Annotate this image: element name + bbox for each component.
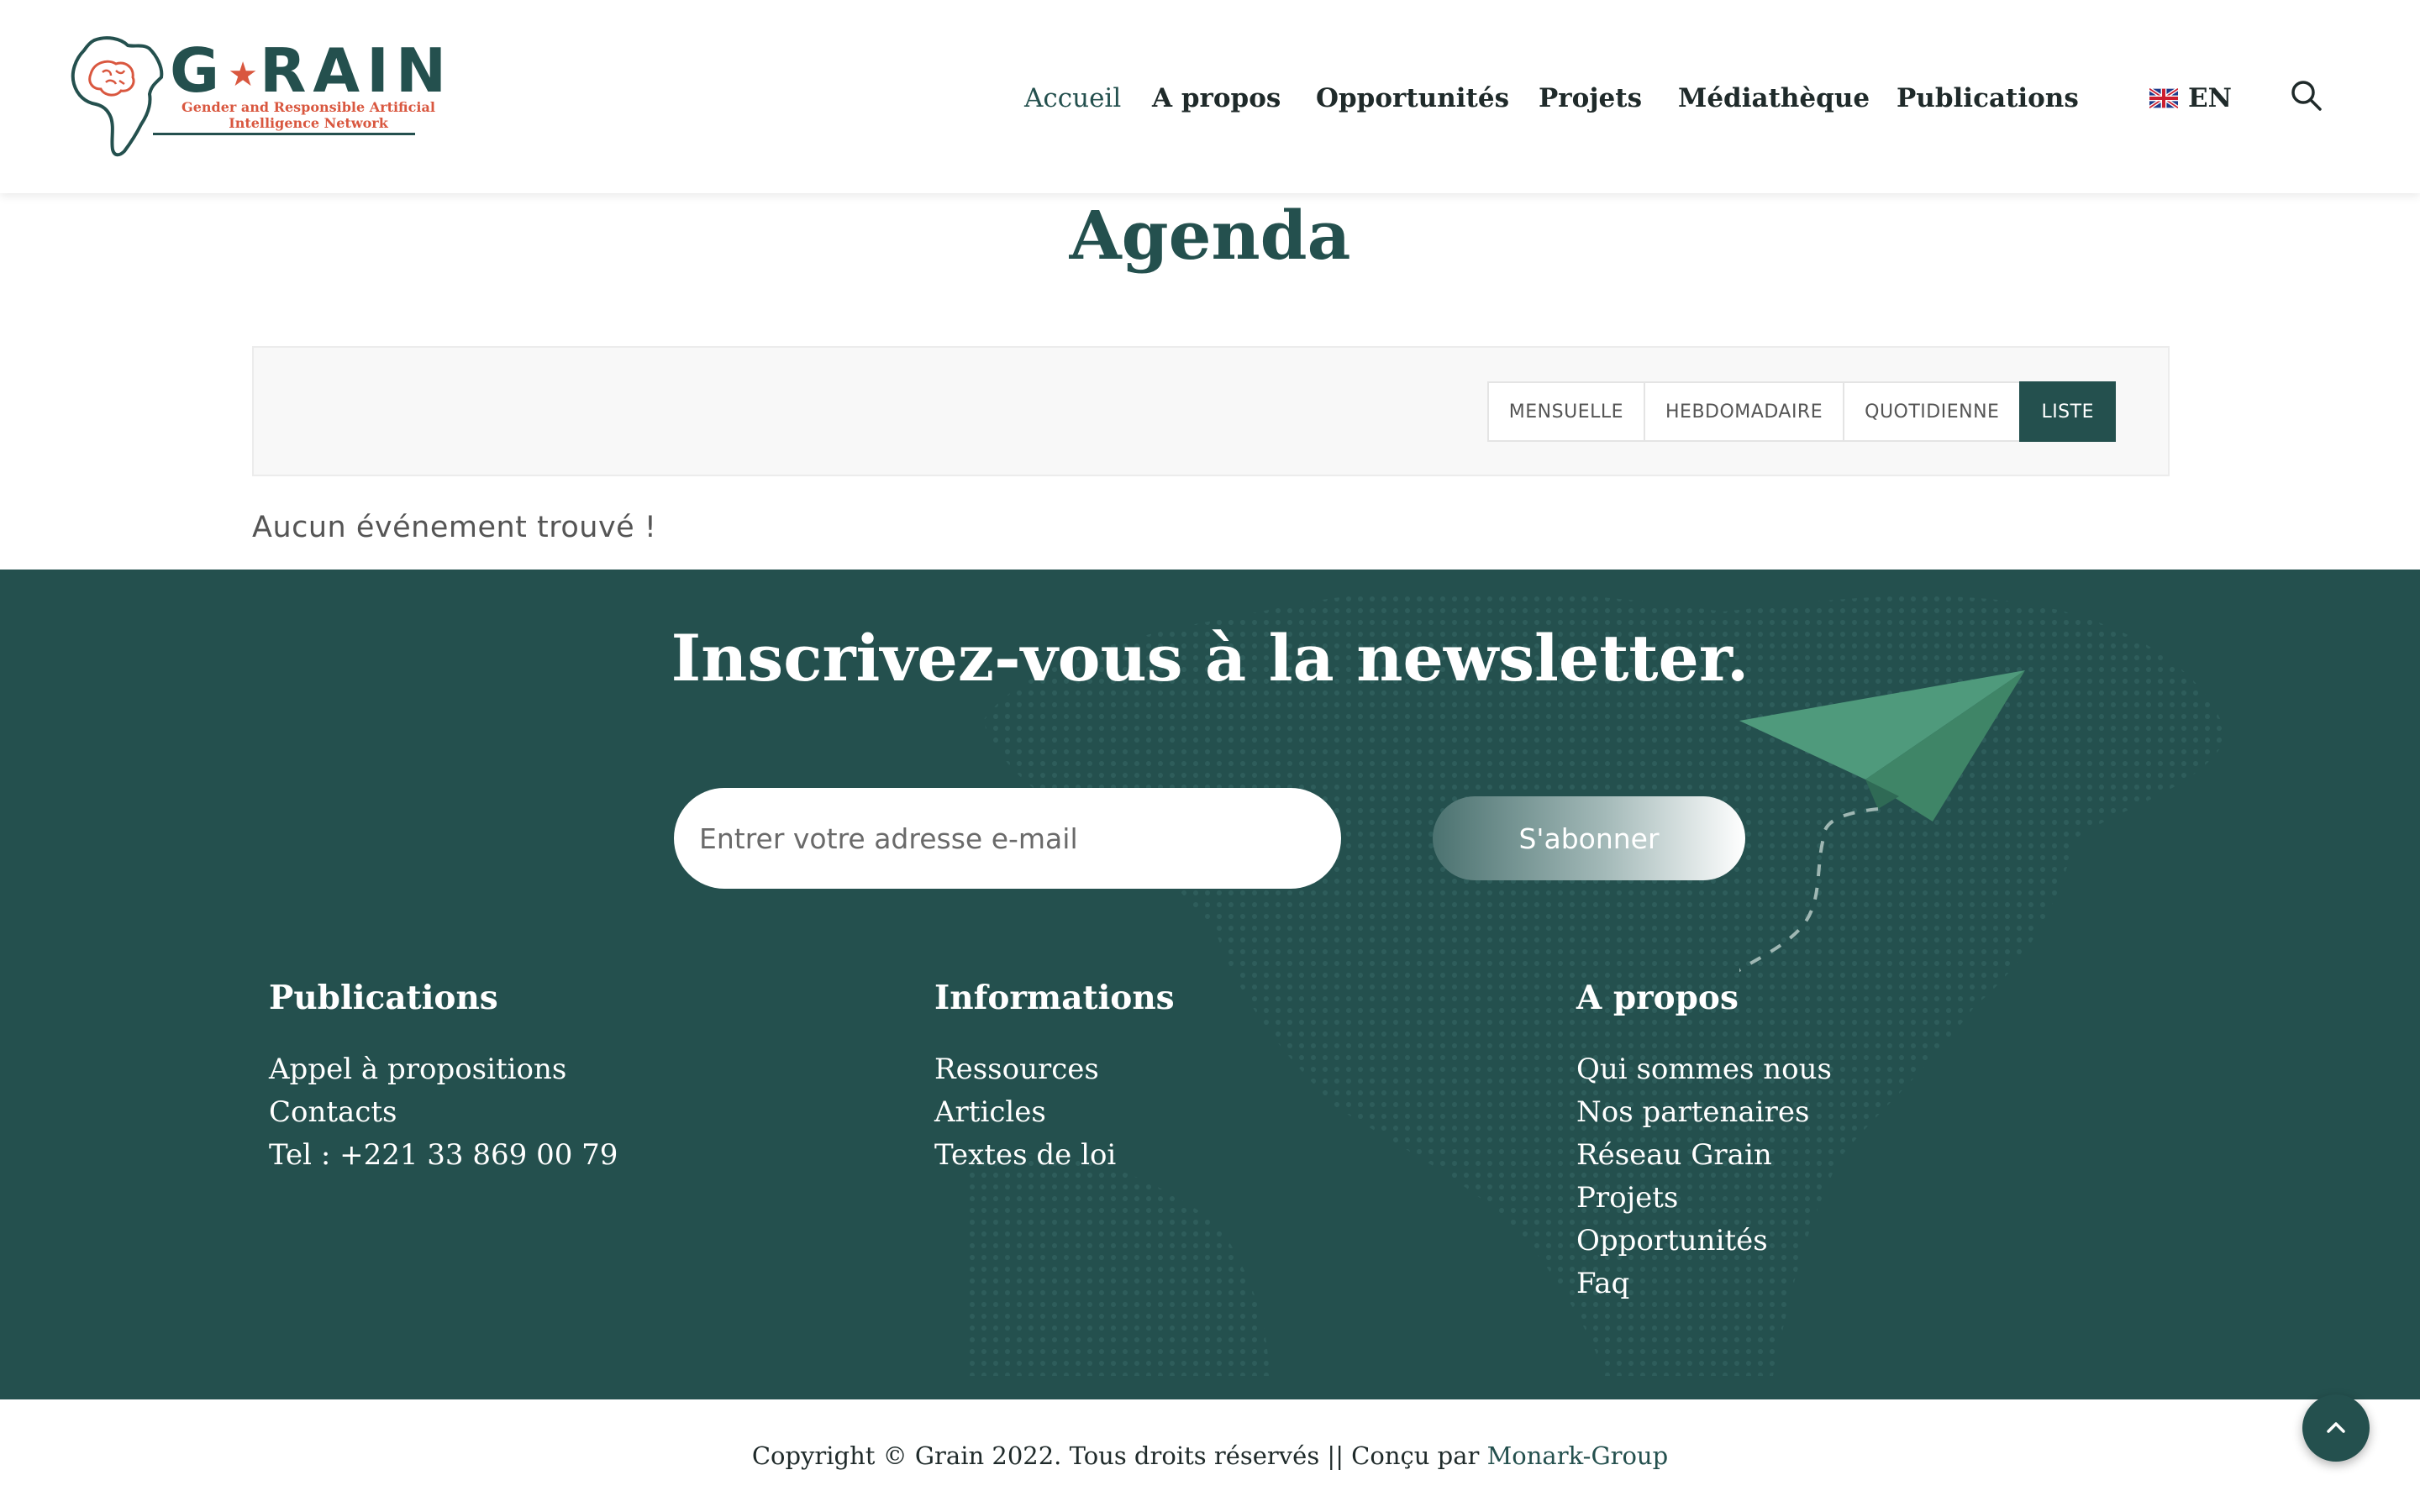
site-header: G★RAIN Gender and Responsible Artificial… xyxy=(0,0,2420,193)
newsletter-title: Inscrivez-vous à la newsletter. xyxy=(671,621,1749,696)
subscribe-button[interactable]: S'abonner xyxy=(1433,796,1745,880)
view-list-button[interactable]: LISTE xyxy=(2019,381,2116,442)
empty-events-message: Aucun événement trouvé ! xyxy=(252,511,657,544)
footer-link-contacts[interactable]: Contacts xyxy=(269,1091,618,1134)
footer-column-publications: Publications Appel à propositions Contac… xyxy=(269,979,618,1177)
footer-link-projets[interactable]: Projets xyxy=(1576,1177,1832,1220)
nav-item-mediatheque[interactable]: Médiathèque xyxy=(1678,77,1870,119)
view-daily-button[interactable]: QUOTIDIENNE xyxy=(1843,381,2022,442)
footer-link-reseau-grain[interactable]: Réseau Grain xyxy=(1576,1134,1832,1177)
copyright-statement: Copyright © Grain 2022. Tous droits rése… xyxy=(751,1441,1487,1470)
calendar-toolbar: MENSUELLE HEBDOMADAIRE QUOTIDIENNE LISTE xyxy=(252,346,2170,476)
uk-flag-icon xyxy=(2149,88,2178,108)
language-label: EN xyxy=(2188,83,2232,113)
footer-link-articles[interactable]: Articles xyxy=(934,1091,1175,1134)
search-button[interactable] xyxy=(2287,77,2326,116)
nav-item-a-propos[interactable]: A propos xyxy=(1152,77,1281,119)
main-nav: Accueil A propos Opportunités Projets Mé… xyxy=(0,77,2420,119)
footer-link-opportunites[interactable]: Opportunités xyxy=(1576,1220,1832,1263)
footer-link-qui-sommes-nous[interactable]: Qui sommes nous xyxy=(1576,1048,1832,1091)
view-monthly-button[interactable]: MENSUELLE xyxy=(1486,381,1646,442)
newsletter-email-input[interactable] xyxy=(674,788,1341,889)
footer-link-faq[interactable]: Faq xyxy=(1576,1263,1832,1305)
nav-item-opportunites[interactable]: Opportunités xyxy=(1316,77,1509,119)
page-title: Agenda xyxy=(1069,196,1351,275)
view-weekly-button[interactable]: HEBDOMADAIRE xyxy=(1644,381,1845,442)
calendar-view-switcher: MENSUELLE HEBDOMADAIRE QUOTIDIENNE LISTE xyxy=(1486,381,2116,442)
footer-heading-apropos: A propos xyxy=(1576,979,1739,1017)
footer-column-informations: Informations Ressources Articles Textes … xyxy=(934,979,1175,1177)
footer-link-ressources[interactable]: Ressources xyxy=(934,1048,1175,1091)
footer-link-appel-propositions[interactable]: Appel à propositions xyxy=(269,1048,618,1091)
back-to-top-button[interactable] xyxy=(2302,1394,2370,1462)
copyright-bar: Copyright © Grain 2022. Tous droits rése… xyxy=(0,1399,2420,1512)
footer-heading-informations: Informations xyxy=(934,979,1175,1017)
nav-item-publications[interactable]: Publications xyxy=(1897,77,2079,119)
nav-item-accueil[interactable]: Accueil xyxy=(1024,77,1121,119)
footer-link-nos-partenaires[interactable]: Nos partenaires xyxy=(1576,1091,1832,1134)
nav-item-projets[interactable]: Projets xyxy=(1539,77,1642,119)
language-switcher[interactable]: EN xyxy=(2149,77,2232,119)
designer-link[interactable]: Monark-Group xyxy=(1487,1441,1669,1470)
logo-underline xyxy=(153,133,415,135)
copyright-text: Copyright © Grain 2022. Tous droits rése… xyxy=(0,1441,2420,1470)
footer-column-apropos: A propos Qui sommes nous Nos partenaires… xyxy=(1576,979,1832,1305)
footer-phone: Tel : +221 33 869 00 79 xyxy=(269,1137,618,1172)
footer-link-textes-de-loi[interactable]: Textes de loi xyxy=(934,1134,1175,1177)
search-icon xyxy=(2291,80,2322,111)
footer-heading-publications: Publications xyxy=(269,979,498,1017)
newsletter-footer: Inscrivez-vous à la newsletter. S'abonne… xyxy=(0,570,2420,1399)
chevron-up-icon xyxy=(2327,1422,2345,1433)
